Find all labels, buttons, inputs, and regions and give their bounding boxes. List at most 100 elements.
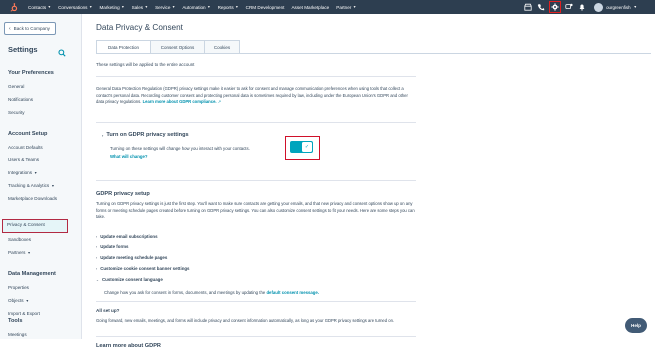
chevron-right-icon: › (96, 234, 98, 239)
all-set-up-text: Going forward, new emails, meetings, and… (96, 318, 395, 323)
divider (96, 336, 416, 337)
help-button[interactable]: Help (625, 318, 647, 333)
notifications-icon[interactable] (564, 3, 573, 12)
sidebar-item-notifications[interactable]: Notifications (8, 97, 33, 102)
nav-partner[interactable]: Partner ▼ (336, 5, 356, 10)
section-tools: Tools (8, 318, 23, 324)
all-set-up-title: All set up? (96, 308, 120, 313)
settings-sidebar: ‹ Back to Company Settings Your Preferen… (0, 14, 82, 339)
chevron-down-icon: ▼ (25, 298, 29, 303)
what-will-change-link[interactable]: What will change? (110, 154, 147, 159)
nav-service[interactable]: Service ▼ (155, 5, 175, 10)
external-link-icon: ↗ (217, 99, 222, 105)
hubspot-logo-icon[interactable] (6, 0, 20, 14)
back-button-label: Back to Company (13, 26, 50, 31)
tab-data-protection[interactable]: Data Protection (96, 40, 151, 54)
accordion-consent-language[interactable]: ⌄ Customize consent language (96, 277, 163, 282)
sidebar-item-meetings[interactable]: Meetings (8, 332, 27, 337)
accordion-cookie-banner[interactable]: › Customize cookie consent banner setting… (96, 266, 190, 271)
chevron-down-icon: ▼ (144, 5, 149, 9)
settings-highlight (549, 1, 562, 13)
sidebar-item-properties[interactable]: Properties (8, 285, 29, 290)
chevron-down-icon[interactable]: ▼ (634, 5, 637, 9)
back-to-company-button[interactable]: ‹ Back to Company (4, 22, 56, 35)
gdpr-setup-text: Turning on GDPR privacy settings is just… (96, 201, 415, 220)
gdpr-toggle-section-header[interactable]: › Turn on GDPR privacy settings (102, 132, 189, 138)
chevron-down-icon: ▼ (121, 5, 125, 9)
nav-marketing-label: Marketing (99, 4, 120, 10)
sidebar-item-users-teams[interactable]: Users & Teams (8, 157, 39, 162)
accordion-update-forms[interactable]: › Update forms (96, 244, 129, 249)
learn-more-gdpr-title: Learn more about GDPR (96, 343, 161, 349)
accordion-label: Update email subscriptions (100, 234, 158, 239)
section-account-setup: Account Setup (8, 131, 48, 137)
divider (96, 301, 416, 302)
sidebar-item-marketplace-downloads[interactable]: Marketplace Downloads (8, 196, 57, 201)
chevron-down-icon: ▼ (171, 5, 176, 9)
tab-consent-options[interactable]: Consent Options (150, 40, 205, 54)
page-title: Data Privacy & Consent (96, 23, 183, 32)
chevron-down-icon: ▼ (207, 5, 211, 9)
nav-crm-development[interactable]: CRM Development (246, 5, 285, 10)
chevron-down-icon: ▼ (352, 5, 357, 9)
nav-automation[interactable]: Automation ▼ (182, 5, 210, 10)
chevron-down-icon: ▼ (51, 183, 55, 188)
sidebar-item-objects[interactable]: Objects ▼ (8, 298, 29, 303)
nav-conversations[interactable]: Conversations ▼ (58, 5, 92, 10)
chevron-down-icon: ▼ (27, 250, 31, 255)
sidebar-item-account-defaults[interactable]: Account Defaults (8, 145, 43, 150)
marketplace-icon[interactable] (523, 3, 532, 12)
applied-text: These settings will be applied to the en… (96, 62, 195, 67)
chevron-down-icon: ⌄ (96, 277, 100, 282)
chevron-down-icon: ▼ (47, 5, 52, 9)
search-icon[interactable] (58, 44, 66, 57)
sidebar-item-tracking-analytics[interactable]: Tracking & Analytics ▼ (8, 183, 55, 188)
nav-sales[interactable]: Sales ▼ (132, 5, 148, 10)
account-name[interactable]: ourgreenfish (606, 5, 630, 10)
main-content: Data Privacy & Consent Data Protection C… (82, 14, 655, 349)
nav-partner-label: Partner (336, 4, 352, 10)
nav-marketing[interactable]: Marketing ▼ (99, 5, 124, 10)
sidebar-item-integrations[interactable]: Integrations ▼ (8, 170, 37, 175)
arrow-left-icon: ‹ (9, 25, 11, 32)
gdpr-compliance-link[interactable]: Learn more about GDPR compliance. (143, 99, 217, 104)
divider (96, 180, 416, 181)
nav-crm-development-label: CRM Development (245, 4, 285, 10)
consent-language-text: Change how you ask for consent in forms,… (104, 290, 319, 295)
sidebar-item-general[interactable]: General (8, 84, 24, 89)
sidebar-item-security[interactable]: Security (8, 110, 25, 115)
checkmark-icon: ✓ (302, 142, 312, 152)
accordion-update-email-subscriptions[interactable]: › Update email subscriptions (96, 234, 158, 239)
tab-cookies[interactable]: Cookies (204, 40, 240, 54)
nav-contacts[interactable]: Contacts ▼ (28, 5, 51, 10)
nav-contacts-label: Contacts (28, 4, 47, 10)
accordion-label: Update forms (100, 244, 129, 249)
sidebar-item-tracking-label: Tracking & Analytics (8, 183, 50, 188)
accordion-label: Customize cookie consent banner settings (100, 266, 190, 271)
accordion-label: Customize consent language (102, 277, 163, 282)
gdpr-toggle-switch[interactable]: ✓ (290, 141, 313, 153)
accordion-update-meeting-pages[interactable]: › Update meeting schedule pages (96, 255, 167, 260)
gdpr-intro-paragraph: General Data Protection Regulation (GDPR… (96, 86, 416, 106)
settings-icon[interactable] (551, 3, 559, 11)
default-consent-message-link[interactable]: default consent message. (266, 290, 319, 295)
nav-reports[interactable]: Reports ▼ (218, 5, 239, 10)
chevron-right-icon: › (96, 244, 98, 249)
nav-automation-label: Automation (182, 4, 206, 10)
sidebar-item-privacy-consent-label: Privacy & Consent (7, 222, 45, 227)
sidebar-item-import-export[interactable]: Import & Export (8, 311, 40, 316)
nav-asset-marketplace[interactable]: Asset Marketplace (291, 5, 329, 10)
sidebar-item-objects-label: Objects (8, 298, 24, 303)
calling-icon[interactable] (536, 3, 545, 12)
sidebar-item-partners[interactable]: Partners ▼ (8, 250, 31, 255)
bell-icon[interactable] (577, 3, 586, 12)
chevron-right-icon: › (102, 132, 104, 138)
consent-language-description: Change how you ask for consent in forms,… (104, 290, 266, 295)
chevron-right-icon: › (96, 255, 98, 260)
divider (96, 76, 416, 77)
tab-divider (96, 53, 651, 54)
avatar[interactable] (594, 2, 604, 12)
nav-sales-label: Sales (131, 4, 144, 10)
nav-conversations-label: Conversations (58, 4, 88, 10)
sidebar-item-sandboxes[interactable]: Sandboxes (8, 237, 31, 242)
